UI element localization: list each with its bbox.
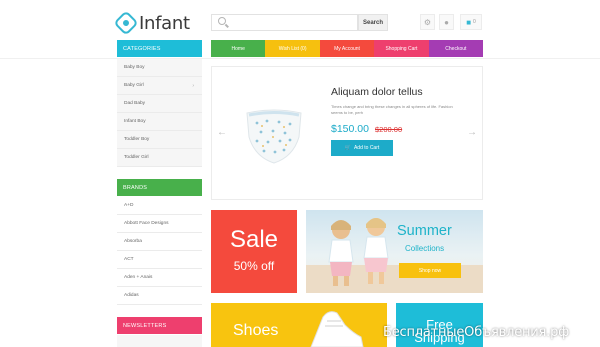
brand-item[interactable]: Adidas [117, 287, 202, 305]
cart-icon: ■ [466, 17, 472, 27]
chevron-right-icon: › [192, 82, 194, 89]
brand-label: ACT [124, 257, 134, 262]
nav-my-account[interactable]: My Account [319, 40, 375, 57]
slider-prev-arrow-icon[interactable]: ← [217, 127, 227, 138]
brand-label: Adidas [124, 293, 139, 298]
category-label: Toddler Girl [124, 155, 149, 160]
logo-icon [113, 10, 139, 36]
brand-item[interactable]: Absorba [117, 233, 202, 251]
category-item[interactable]: Baby Girl › [117, 77, 202, 95]
category-item[interactable]: Toddler Girl [117, 149, 202, 167]
logo-text: Infant [139, 12, 190, 34]
category-label: Baby Girl [124, 83, 144, 88]
category-label: Dad Baby [124, 101, 146, 106]
category-item[interactable]: Toddler Boy [117, 131, 202, 149]
search-button[interactable]: Search [358, 14, 388, 31]
shop-now-button[interactable]: Shop now [399, 263, 461, 278]
cart-count: 0 [473, 19, 476, 25]
category-label: Toddler Boy [124, 137, 150, 142]
category-label: Infant Boy [124, 119, 146, 124]
slider-next-arrow-icon[interactable]: → [467, 127, 477, 138]
store-logo[interactable]: Infant [113, 10, 190, 36]
cart-icon: 🛒 [344, 145, 351, 151]
brand-item[interactable]: Aden + Anais [117, 269, 202, 287]
settings-icon[interactable]: ⚙ [420, 14, 435, 30]
diaper-product-image [246, 109, 302, 164]
nav-shopping-cart[interactable]: Shopping Cart [374, 40, 429, 57]
sale-banner-subtitle: 50% off [233, 259, 275, 273]
search-input[interactable] [211, 14, 358, 31]
summer-banner-title: Summer [397, 223, 452, 239]
nav-home[interactable]: Home [211, 40, 266, 57]
sale-banner-title: Sale [229, 226, 279, 253]
categories-heading: CATEGORIES [117, 40, 202, 57]
nav-checkout[interactable]: Checkout [428, 40, 484, 57]
summer-banner-subtitle: Collections [405, 244, 445, 253]
children-photo [306, 218, 483, 293]
brands-heading: BRANDS [117, 179, 202, 196]
brand-label: A+D [124, 203, 134, 208]
summer-banner[interactable] [306, 210, 483, 293]
category-label: Baby Boy [124, 65, 145, 70]
brand-item[interactable]: ACT [117, 251, 202, 269]
product-old-price: $200.00 [375, 125, 403, 134]
shoes-banner-title: Shoes [233, 322, 279, 339]
add-to-cart-label: Add to Cart [353, 145, 380, 151]
brand-item[interactable]: Abbott Face Designs [117, 215, 202, 233]
brand-item[interactable]: A+D [117, 197, 202, 215]
slide-description: Times change and bring these changes in … [331, 104, 453, 115]
brand-label: Aden + Anais [124, 275, 153, 280]
cart-button[interactable]: ■ 0 [460, 14, 482, 30]
brand-label: Absorba [124, 239, 142, 244]
main-nav: Home Wish List (0) My Account Shopping C… [211, 40, 484, 57]
add-to-cart-button[interactable]: 🛒 Add to Cart [331, 140, 393, 156]
newsletters-heading: NEWSLETTERS [117, 317, 202, 334]
product-price: $150.00 [331, 123, 369, 135]
category-item[interactable]: Dad Baby [117, 95, 202, 113]
slide-title: Aliquam dolor tellus [331, 86, 423, 98]
nav-wishlist[interactable]: Wish List (0) [265, 40, 320, 57]
header-divider [0, 58, 600, 59]
watermark: БесплатныеОбъявления.рф [383, 325, 570, 340]
brand-label: Abbott Face Designs [124, 221, 169, 226]
user-icon[interactable]: ● [439, 14, 454, 30]
category-item[interactable]: Infant Boy [117, 113, 202, 131]
newsletter-box [117, 335, 202, 347]
search-icon [218, 17, 226, 25]
category-item[interactable]: Baby Boy [117, 59, 202, 77]
